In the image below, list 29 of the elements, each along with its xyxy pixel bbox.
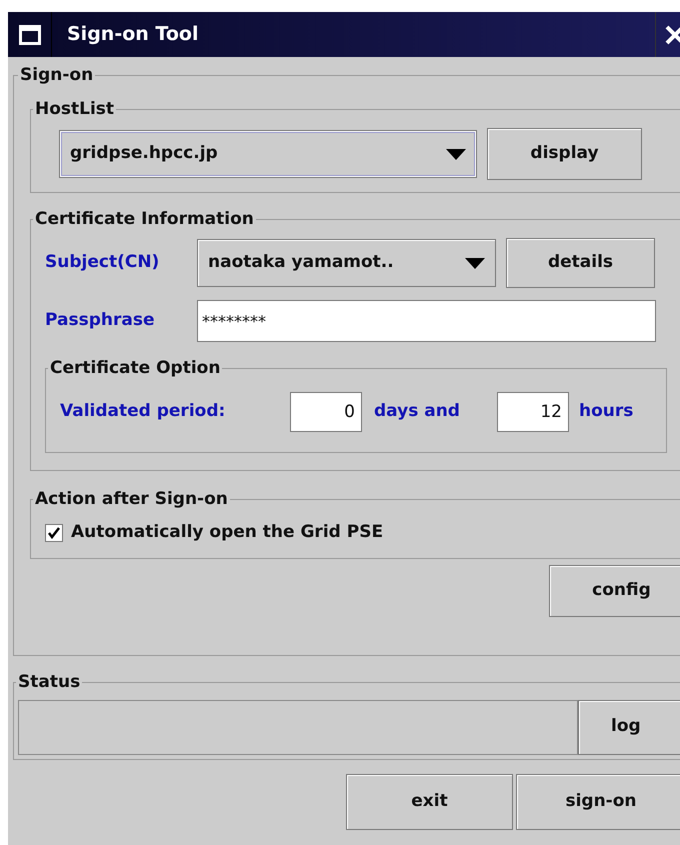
close-icon[interactable]: [664, 24, 680, 46]
window-title: Sign-on Tool: [67, 22, 198, 48]
passphrase-label: Passphrase: [45, 309, 156, 332]
dropdown-arrow-icon: [446, 148, 466, 160]
days-label: days and: [374, 400, 461, 423]
checkbox[interactable]: [45, 524, 63, 542]
group-title: Status: [17, 671, 82, 694]
validated-period-label: Validated period:: [60, 400, 226, 423]
subject-dropdown[interactable]: naotaka yamamot..: [197, 239, 496, 287]
group-title: Sign-on: [19, 64, 94, 87]
group-title: HostList: [34, 98, 116, 120]
checkbox-label: Automatically open the Grid PSE: [71, 521, 384, 544]
log-button[interactable]: log: [578, 700, 680, 754]
details-button[interactable]: details: [506, 238, 655, 288]
dropdown-arrow-icon: [465, 258, 485, 268]
host-dropdown[interactable]: gridpse.hpcc.jp: [59, 130, 477, 178]
hours-field[interactable]: 12: [497, 392, 569, 432]
display-button[interactable]: display: [487, 128, 642, 180]
subject-label: Subject(CN): [45, 251, 160, 274]
window-icon[interactable]: [18, 24, 40, 44]
exit-button[interactable]: exit: [346, 774, 513, 830]
group-title: Action after Sign-on: [34, 488, 229, 510]
config-button[interactable]: config: [549, 564, 680, 616]
group-title: Certificate Option: [49, 357, 222, 380]
passphrase-field[interactable]: ********: [197, 300, 656, 342]
group-title: Certificate Information: [34, 208, 255, 230]
sign-on-button[interactable]: sign-on: [516, 774, 680, 830]
hours-label: hours: [579, 400, 634, 423]
days-field[interactable]: 0: [290, 392, 362, 432]
